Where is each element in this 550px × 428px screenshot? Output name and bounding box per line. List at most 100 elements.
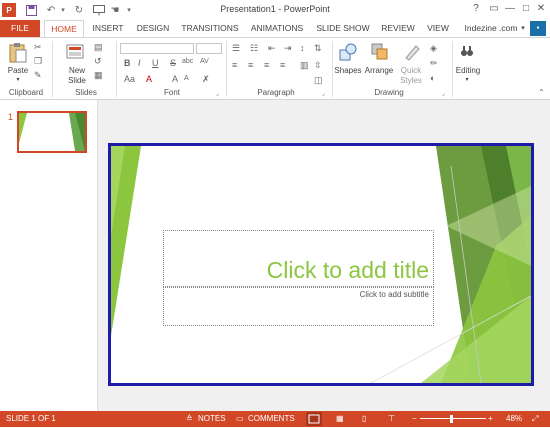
columns-icon[interactable]: ▥ xyxy=(300,60,309,71)
shape-effects-icon[interactable]: ◐ xyxy=(430,73,435,83)
normal-view-button[interactable] xyxy=(306,412,322,426)
font-color-button[interactable]: A xyxy=(146,74,152,84)
paste-button-label[interactable]: Paste xyxy=(4,66,32,75)
layout-icon[interactable]: ▤ xyxy=(94,42,103,53)
new-slide-label-line1[interactable]: New xyxy=(60,66,94,75)
font-name-select[interactable] xyxy=(120,43,194,54)
zoom-out-button[interactable]: − xyxy=(412,414,417,423)
align-center-icon[interactable]: ≡ xyxy=(248,60,253,70)
zoom-slider-track[interactable] xyxy=(420,418,486,419)
paste-icon[interactable] xyxy=(8,42,28,66)
paragraph-group-label: Paragraph xyxy=(257,88,295,97)
close-button[interactable]: ✕ xyxy=(533,2,549,16)
align-right-icon[interactable]: ≡ xyxy=(264,60,269,70)
copy-icon[interactable]: ❐ xyxy=(34,56,42,67)
notes-button[interactable]: NOTES xyxy=(198,414,226,423)
title-placeholder-text: Click to add title xyxy=(266,257,429,283)
font-dialog-launcher-icon[interactable]: ⌟ xyxy=(216,90,219,97)
fit-slide-icon[interactable]: ⤢ xyxy=(532,414,538,424)
drawing-dialog-launcher-icon[interactable]: ⌟ xyxy=(442,90,445,97)
tab-design[interactable]: DESIGN xyxy=(132,20,174,37)
paragraph-dialog-launcher-icon[interactable]: ⌟ xyxy=(322,90,325,97)
paste-dropdown-icon[interactable]: ▾ xyxy=(14,76,22,83)
collapse-ribbon-icon[interactable]: ⌃ xyxy=(538,88,545,97)
title-placeholder[interactable]: Click to add title xyxy=(163,230,434,287)
slide-show-icon[interactable]: ⊤ xyxy=(388,414,395,423)
line-spacing-icon[interactable]: ↕ xyxy=(300,43,305,53)
subtitle-placeholder-text: Click to add subtitle xyxy=(359,290,429,299)
shrink-font-button[interactable]: A xyxy=(184,75,189,82)
tab-transitions[interactable]: TRANSITIONS xyxy=(178,20,242,37)
numbering-icon[interactable]: ☷ xyxy=(250,43,258,54)
justify-icon[interactable]: ≡ xyxy=(280,60,285,70)
clipboard-group-label: Clipboard xyxy=(8,88,44,97)
zoom-slider-thumb[interactable] xyxy=(450,415,453,423)
arrange-button-label[interactable]: Arrange xyxy=(362,66,396,75)
tab-animations[interactable]: ANIMATIONS xyxy=(246,20,308,37)
bullets-icon[interactable]: ☰ xyxy=(232,43,240,54)
align-left-icon[interactable]: ≡ xyxy=(232,60,237,70)
shapes-icon[interactable] xyxy=(338,42,358,64)
quick-styles-label-line2[interactable]: Styles xyxy=(396,76,426,85)
ribbon-home: Paste ▾ ✂ ❐ ✎ Clipboard New Slide ▤ ↺ ▦ … xyxy=(0,37,550,100)
subtitle-placeholder[interactable]: Click to add subtitle xyxy=(163,287,434,326)
notes-icon[interactable]: ≙ xyxy=(186,414,193,423)
underline-button[interactable]: U xyxy=(152,58,159,68)
smartart-icon[interactable]: ◫ xyxy=(314,75,323,86)
zoom-in-button[interactable]: + xyxy=(488,414,493,423)
slide-sorter-icon[interactable]: ▦ xyxy=(336,414,344,423)
text-direction-icon[interactable]: ⇅ xyxy=(314,43,322,54)
reset-icon[interactable]: ↺ xyxy=(94,56,102,67)
comments-button[interactable]: COMMENTS xyxy=(248,414,295,423)
align-text-icon[interactable]: ⇳ xyxy=(314,60,322,71)
cut-icon[interactable]: ✂ xyxy=(34,42,42,53)
tab-file[interactable]: FILE xyxy=(0,20,40,37)
text-shadow-button[interactable]: abc xyxy=(182,58,193,65)
new-slide-label-line2[interactable]: Slide xyxy=(60,76,94,85)
quick-styles-icon[interactable] xyxy=(402,42,422,64)
editing-dropdown-icon[interactable]: ▾ xyxy=(462,76,472,83)
tab-review[interactable]: REVIEW xyxy=(378,20,418,37)
group-divider xyxy=(116,41,117,97)
shape-outline-icon[interactable]: ✏ xyxy=(430,58,438,69)
change-case-button[interactable]: Aa xyxy=(124,74,135,84)
account-dropdown-icon[interactable]: ▾ xyxy=(518,20,528,37)
grow-font-button[interactable]: A xyxy=(172,74,178,84)
slide-canvas[interactable]: Click to add title Click to add subtitle xyxy=(108,143,534,386)
section-icon[interactable]: ▦ xyxy=(94,70,103,81)
character-spacing-button[interactable]: AV xyxy=(200,58,209,65)
font-group-label: Font xyxy=(163,88,180,97)
italic-button[interactable]: I xyxy=(138,58,141,68)
decrease-indent-icon[interactable]: ⇤ xyxy=(268,43,276,54)
slide-count-status: SLIDE 1 OF 1 xyxy=(6,414,56,423)
increase-indent-icon[interactable]: ⇥ xyxy=(284,43,292,54)
format-painter-icon[interactable]: ✎ xyxy=(34,70,42,81)
new-slide-icon[interactable] xyxy=(66,42,86,64)
help-button[interactable]: ? xyxy=(468,2,484,16)
quick-styles-label-line1[interactable]: Quick xyxy=(396,66,426,75)
minimize-button[interactable]: — xyxy=(502,2,518,16)
strikethrough-button[interactable]: S xyxy=(170,58,176,68)
font-size-select[interactable] xyxy=(196,43,222,54)
maximize-button[interactable]: □ xyxy=(518,2,534,16)
tab-insert[interactable]: INSERT xyxy=(88,20,128,37)
zoom-level[interactable]: 48% xyxy=(506,414,522,423)
shapes-button-label[interactable]: Shapes xyxy=(334,66,362,75)
editing-button-label[interactable]: Editing xyxy=(452,66,484,75)
shape-fill-icon[interactable]: ◈ xyxy=(430,43,437,54)
bold-button[interactable]: B xyxy=(124,58,131,68)
account-name[interactable]: Indezine .com xyxy=(460,20,522,37)
arrange-icon[interactable] xyxy=(370,42,390,64)
slides-group-label: Slides xyxy=(75,88,97,97)
tab-slide-show[interactable]: SLIDE SHOW xyxy=(312,20,374,37)
ribbon-display-options-button[interactable]: ▭ xyxy=(486,2,502,16)
editing-binoculars-icon[interactable] xyxy=(460,44,474,60)
slide-thumbnail[interactable] xyxy=(17,111,87,153)
ribbon-tabs: FILE HOME INSERT DESIGN TRANSITIONS ANIM… xyxy=(0,20,550,37)
comments-icon[interactable]: ▭ xyxy=(236,414,244,423)
reading-view-icon[interactable]: ▯ xyxy=(362,414,366,423)
tab-view[interactable]: VIEW xyxy=(422,20,454,37)
clear-formatting-icon[interactable]: ✗ xyxy=(202,74,210,85)
tab-home[interactable]: HOME xyxy=(44,20,84,37)
account-avatar[interactable]: ● xyxy=(530,21,546,36)
